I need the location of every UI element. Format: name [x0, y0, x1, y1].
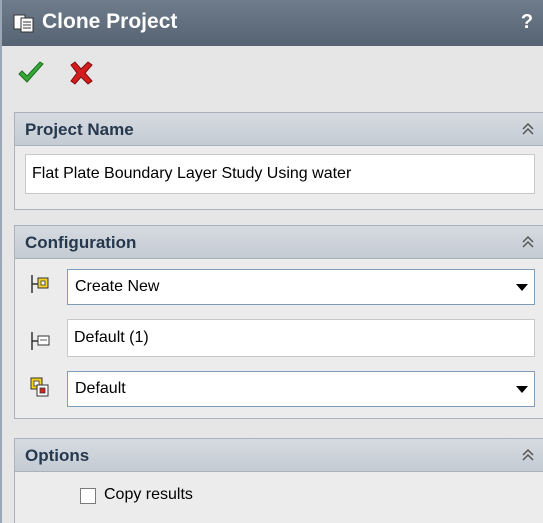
base-configuration-select[interactable]: Default	[67, 371, 535, 407]
help-button[interactable]: ?	[515, 8, 539, 36]
base-configuration-value: Default	[75, 380, 126, 397]
configuration-group: Configuration Create New Default (1) Def…	[14, 225, 543, 419]
configuration-mode-value: Create New	[75, 278, 160, 295]
copy-results-label[interactable]: Copy results	[104, 486, 193, 504]
collapse-chevron-icon[interactable]	[520, 447, 536, 463]
configuration-title: Configuration	[25, 233, 137, 252]
project-name-input[interactable]: Flat Plate Boundary Layer Study Using wa…	[25, 154, 535, 194]
configuration-name-icon	[29, 330, 51, 352]
configuration-mode-icon	[29, 273, 51, 295]
ok-button[interactable]	[16, 58, 46, 88]
red-x-icon	[70, 61, 93, 85]
chevron-down-icon	[516, 284, 528, 291]
base-configuration-icon	[29, 376, 51, 398]
clone-project-panel: Clone Project ? Project Name Flat Plate …	[0, 0, 543, 523]
project-name-header[interactable]: Project Name	[15, 113, 543, 146]
page-title: Clone Project	[42, 10, 178, 33]
configuration-header[interactable]: Configuration	[15, 226, 543, 259]
options-header[interactable]: Options	[15, 439, 543, 472]
green-check-icon	[18, 61, 44, 83]
cancel-button[interactable]	[66, 58, 96, 88]
collapse-chevron-icon[interactable]	[520, 121, 536, 137]
configuration-name-input[interactable]: Default (1)	[67, 319, 535, 357]
project-name-title: Project Name	[25, 120, 134, 139]
options-group: Options Copy results	[14, 438, 543, 523]
configuration-mode-select[interactable]: Create New	[67, 269, 535, 305]
clone-project-icon	[13, 13, 35, 33]
options-title: Options	[25, 446, 90, 465]
project-name-group: Project Name Flat Plate Boundary Layer S…	[14, 112, 543, 210]
title-bar: Clone Project ?	[2, 0, 543, 46]
copy-results-checkbox[interactable]	[80, 488, 96, 504]
collapse-chevron-icon[interactable]	[520, 234, 536, 250]
chevron-down-icon	[516, 386, 528, 393]
